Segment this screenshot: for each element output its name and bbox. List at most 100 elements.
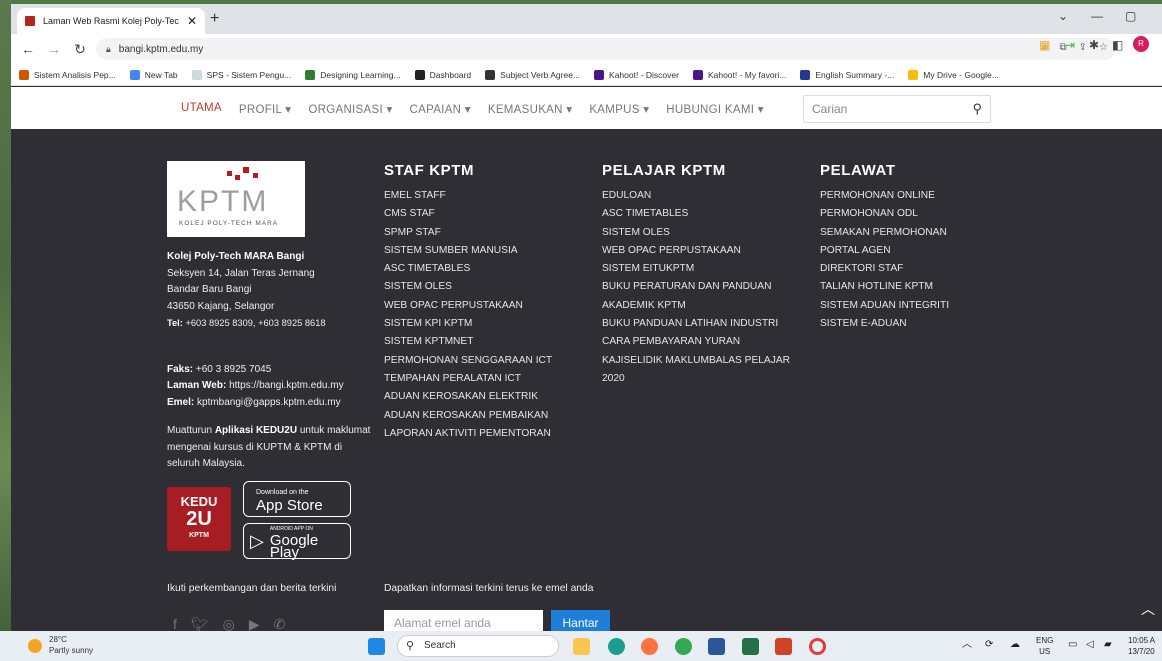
volume-icon[interactable]: ◁: [1086, 639, 1094, 650]
staf-link[interactable]: ASC TIMETABLES: [384, 260, 552, 278]
tab-search-chevron-icon[interactable]: ⌄: [1058, 9, 1068, 23]
pelawat-link[interactable]: PERMOHONAN ODL: [820, 205, 949, 223]
bookmark-item[interactable]: SPS - Sistem Pengu...: [191, 69, 291, 80]
bookmark-item[interactable]: Subject Verb Agree...: [485, 69, 580, 80]
web-link[interactable]: https://bangi.kptm.edu.my: [229, 380, 344, 391]
app-store-button[interactable]: Download on the App Store: [243, 481, 351, 517]
site-search-input[interactable]: Carian ⚲: [803, 95, 991, 123]
profile-avatar[interactable]: R: [1133, 36, 1149, 52]
tray-network-icon[interactable]: ☁: [1010, 639, 1020, 650]
side-panel-icon[interactable]: ◧: [1112, 38, 1123, 52]
bookmark-star-icon[interactable]: ☆: [1099, 42, 1108, 53]
word-icon[interactable]: [708, 638, 725, 655]
nav-item[interactable]: PROFIL ▾: [239, 102, 291, 116]
tray-chevron-icon[interactable]: ︿: [962, 639, 972, 650]
taskbar-search[interactable]: ⚲ Search: [397, 635, 559, 657]
whatsapp-icon[interactable]: ✆: [274, 616, 286, 631]
staf-link[interactable]: SPMP STAF: [384, 224, 552, 242]
bookmark-item[interactable]: Dashboard: [414, 69, 471, 80]
search-icon[interactable]: ⚲: [972, 101, 982, 117]
nav-item[interactable]: ORGANISASI ▾: [308, 102, 392, 116]
file-explorer-icon[interactable]: [573, 638, 590, 655]
pelawat-link[interactable]: DIREKTORI STAF: [820, 260, 949, 278]
pelajar-link[interactable]: WEB OPAC PERPUSTAKAAN: [602, 242, 790, 260]
staf-link[interactable]: CMS STAF: [384, 205, 552, 223]
maximize-icon[interactable]: ▢: [1125, 9, 1136, 23]
chrome-icon[interactable]: [675, 638, 692, 655]
tab-close-icon[interactable]: ✕: [187, 14, 197, 28]
wifi-icon[interactable]: ▭: [1068, 639, 1077, 650]
staf-link[interactable]: TEMPAHAN PERALATAN ICT: [384, 370, 552, 388]
extension-arrow-icon[interactable]: ⇥: [1065, 38, 1075, 52]
staf-link[interactable]: SISTEM KPTMNET: [384, 333, 552, 351]
pelajar-link[interactable]: BUKU PERATURAN DAN PANDUAN: [602, 278, 790, 296]
weather-icon[interactable]: [28, 639, 42, 653]
opera-icon[interactable]: [809, 638, 826, 655]
pelajar-link[interactable]: CARA PEMBAYARAN YURAN: [602, 333, 790, 351]
back-icon[interactable]: ←: [15, 41, 41, 57]
scroll-to-top-icon[interactable]: ︿: [1141, 599, 1155, 619]
staf-link[interactable]: SISTEM SUMBER MANUSIA: [384, 242, 552, 260]
youtube-icon[interactable]: ▶: [249, 616, 260, 631]
facebook-icon[interactable]: f: [173, 616, 177, 631]
extensions-puzzle-icon[interactable]: ✱: [1089, 38, 1099, 52]
address-bar[interactable]: 🔒︎ bangi.kptm.edu.my ⌕ ⧉ ⇪ ☆: [96, 38, 1116, 60]
pelawat-link[interactable]: SISTEM ADUAN INTEGRITI: [820, 297, 949, 315]
pelawat-link[interactable]: PERMOHONAN ONLINE: [820, 187, 949, 205]
nav-item[interactable]: KAMPUS ▾: [589, 102, 649, 116]
pelawat-link[interactable]: SISTEM E-ADUAN: [820, 315, 949, 333]
tray-sync-icon[interactable]: ⟳: [985, 639, 993, 650]
staf-link[interactable]: LAPORAN AKTIVITI PEMENTORAN: [384, 425, 552, 443]
minimize-icon[interactable]: —: [1091, 9, 1103, 23]
pelawat-link[interactable]: SEMAKAN PERMOHONAN: [820, 224, 949, 242]
clock[interactable]: 10:05 A 13/7/20: [1128, 635, 1155, 657]
staf-link[interactable]: EMEL STAFF: [384, 187, 552, 205]
pelawat-link[interactable]: PORTAL AGEN: [820, 242, 949, 260]
nav-item[interactable]: KEMASUKAN ▾: [488, 102, 572, 116]
staf-link[interactable]: ADUAN KEROSAKAN ELEKTRIK: [384, 388, 552, 406]
submit-button[interactable]: Hantar: [551, 610, 610, 631]
nav-item[interactable]: CAPAIAN ▾: [410, 102, 471, 116]
staf-link[interactable]: SISTEM OLES: [384, 278, 552, 296]
instagram-icon[interactable]: ◎: [223, 616, 235, 631]
bookmark-item[interactable]: New Tab: [129, 69, 178, 80]
pelajar-link[interactable]: SISTEM EITUKPTM: [602, 260, 790, 278]
staf-link[interactable]: SISTEM KPI KPTM: [384, 315, 552, 333]
new-tab-button[interactable]: +: [210, 10, 219, 28]
google-play-button[interactable]: ▷ ANDROID APP ON Google Play: [243, 523, 351, 560]
pelajar-link[interactable]: ASC TIMETABLES: [602, 205, 790, 223]
excel-icon[interactable]: [742, 638, 759, 655]
pelawat-link[interactable]: TALIAN HOTLINE KPTM: [820, 278, 949, 296]
browser-tab[interactable]: Laman Web Rasmi Kolej Poly-Tec ✕: [17, 8, 205, 34]
bookmark-item[interactable]: My Drive - Google...: [908, 69, 999, 80]
start-icon[interactable]: [368, 638, 385, 655]
pelajar-link[interactable]: KAJISELIDIK MAKLUMBALAS PELAJAR: [602, 352, 790, 370]
kedu2u-logo[interactable]: KEDU 2U KPTM: [167, 487, 231, 551]
firefox-icon[interactable]: [641, 638, 658, 655]
powerpoint-icon[interactable]: [775, 638, 792, 655]
twitter-icon[interactable]: 🐦︎: [191, 616, 209, 631]
bookmark-item[interactable]: English Summary -...: [800, 69, 894, 80]
staf-link[interactable]: ADUAN KEROSAKAN PEMBAIKAN: [384, 407, 552, 425]
extension-grid-icon[interactable]: ▦: [1039, 38, 1050, 52]
email-link[interactable]: kptmbangi@gapps.kptm.edu.my: [197, 397, 341, 408]
edge-icon[interactable]: [608, 638, 625, 655]
nav-item[interactable]: HUBUNGI KAMI ▾: [666, 102, 764, 116]
forward-icon[interactable]: →: [41, 41, 67, 57]
nav-item[interactable]: UTAMA: [181, 102, 222, 116]
language-indicator[interactable]: ENG US: [1036, 635, 1053, 657]
battery-icon[interactable]: ▰: [1104, 639, 1112, 650]
pelajar-link[interactable]: SISTEM OLES: [602, 224, 790, 242]
bookmark-item[interactable]: Kahoot! - My favori...: [692, 69, 786, 80]
staf-link[interactable]: PERMOHONAN SENGGARAAN ICT: [384, 352, 552, 370]
bookmark-item[interactable]: Sistem Analisis Pep...: [19, 69, 116, 80]
bookmark-item[interactable]: Designing Learning...: [305, 69, 401, 80]
pelajar-link[interactable]: AKADEMIK KPTM: [602, 297, 790, 315]
weather-widget[interactable]: 28°C Partly sunny: [49, 634, 93, 656]
share-icon[interactable]: ⇪: [1079, 42, 1087, 53]
pelajar-link[interactable]: BUKU PANDUAN LATIHAN INDUSTRI: [602, 315, 790, 333]
bookmark-item[interactable]: Kahoot! - Discover: [594, 69, 679, 80]
reload-icon[interactable]: ↻: [67, 41, 93, 58]
newsletter-email-input[interactable]: Alamat emel anda: [384, 610, 543, 631]
pelajar-link[interactable]: 2020: [602, 370, 790, 388]
